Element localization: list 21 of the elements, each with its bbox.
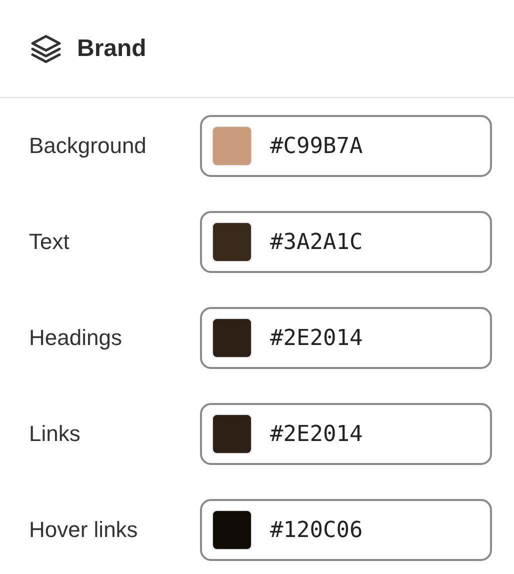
color-label: Text [29,229,70,255]
hex-value: #3A2A1C [270,230,363,254]
color-label: Background [29,133,148,159]
hex-value: #120C06 [270,518,363,542]
color-field[interactable]: #2E2014 [200,307,492,369]
color-swatch[interactable] [212,414,252,454]
color-field[interactable]: #3A2A1C [200,211,492,273]
hex-value: #2E2014 [270,326,363,350]
color-label: Hover links [29,517,139,543]
hex-value: #C99B7A [270,134,363,158]
color-swatch[interactable] [212,222,252,262]
color-field[interactable]: #120C06 [200,499,492,561]
color-field[interactable]: #C99B7A [200,115,492,177]
color-swatch[interactable] [212,126,252,166]
color-field[interactable]: #2E2014 [200,403,492,465]
color-label: Headings [29,325,123,351]
color-swatch[interactable] [212,318,252,358]
color-swatch[interactable] [212,510,252,550]
section-title: Brand [77,34,146,62]
hex-value: #2E2014 [270,422,363,446]
color-label: Links [29,421,82,447]
